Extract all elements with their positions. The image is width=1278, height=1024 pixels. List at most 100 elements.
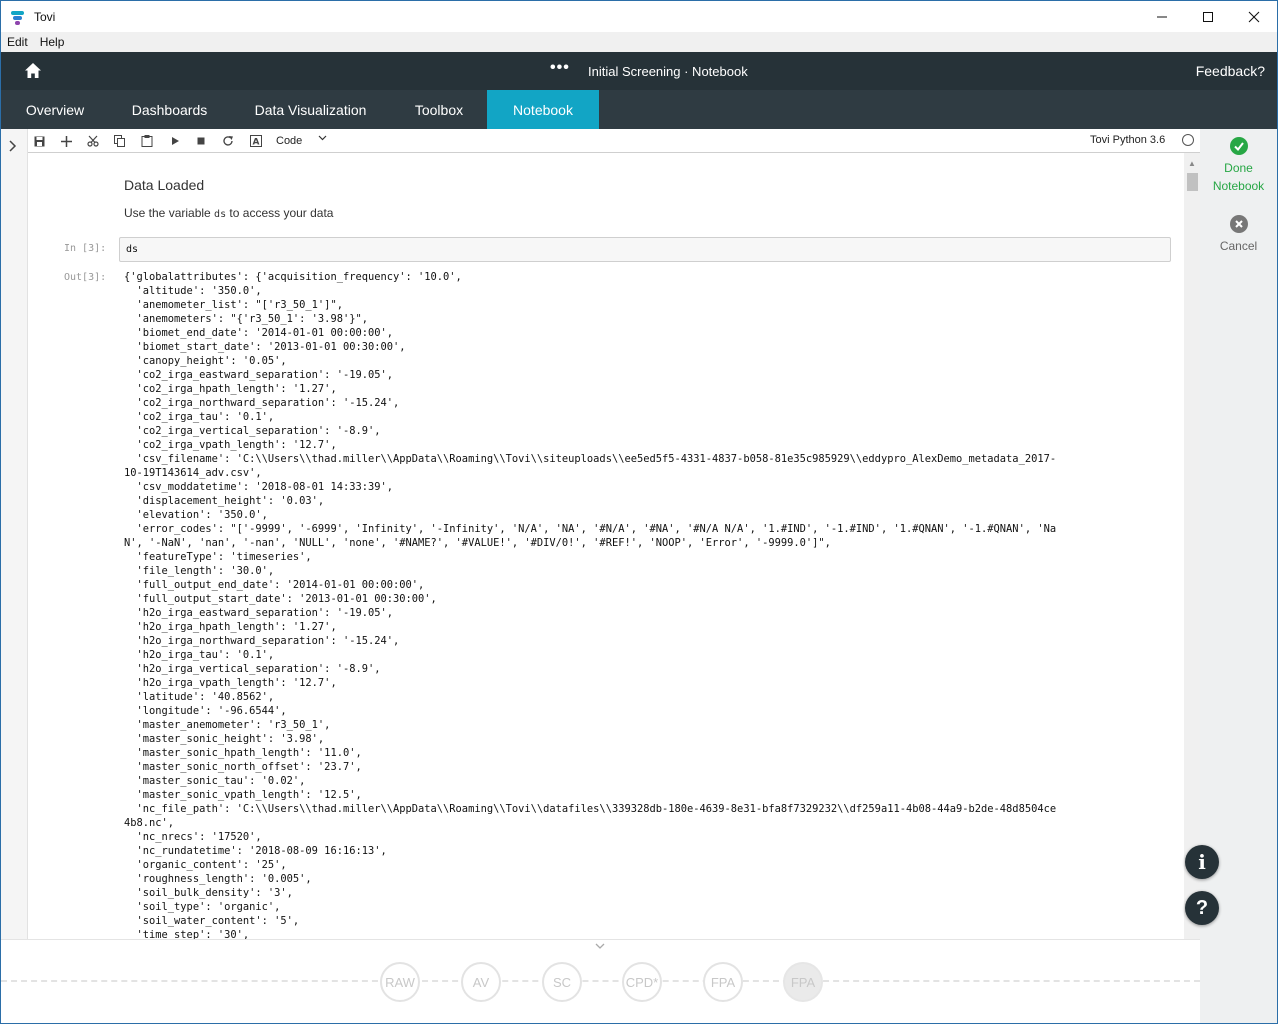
cell-type-select[interactable]: Code [276, 135, 302, 147]
done-label-line1: Done [1224, 161, 1253, 175]
output-line: 'co2_irga_hpath_length': '1.27', [124, 383, 337, 395]
scroll-thumb[interactable] [1187, 173, 1198, 191]
output-line: 'master_sonic_tau': '0.02', [124, 775, 306, 787]
window-title: Tovi [34, 9, 56, 24]
cancel-x-icon [1229, 215, 1248, 233]
paste-icon [141, 135, 153, 147]
notebook-toolbar: A Code Tovi Python 3.6 [28, 129, 1200, 153]
output-line: 'featureType': 'timeseries', [124, 551, 312, 563]
cancel-button[interactable]: Cancel [1200, 215, 1277, 253]
scroll-up-arrow-icon[interactable]: ▲ [1188, 159, 1196, 168]
output-line: 'displacement_height': '0.03', [124, 495, 325, 507]
minimize-button[interactable] [1139, 1, 1185, 32]
output-line: 'latitude': '40.8562', [124, 691, 275, 703]
workflow-step-fpa[interactable]: FPA [703, 962, 743, 1002]
workflow-step-fpa-current[interactable]: FPA [783, 962, 823, 1002]
output-line: 'master_sonic_hpath_length': '11.0', [124, 747, 362, 759]
output-line: 'master_anemometer': 'r3_50_1', [124, 719, 331, 731]
output-line: 'co2_irga_vertical_separation': '-8.9', [124, 425, 381, 437]
help-button[interactable]: ? [1185, 891, 1219, 925]
app-window: Tovi Edit Help ••• Initial Screening · N… [0, 0, 1278, 1024]
output-line: 'anemometer_list': "['r3_50_1']", [124, 299, 343, 311]
markdown-heading: Data Loaded [124, 177, 205, 193]
output-line: 10-19T143614_adv.csv', [124, 467, 262, 479]
document-title: Initial Screening · Notebook [588, 64, 748, 79]
copy-icon [114, 135, 125, 147]
output-line: 'co2_irga_vpath_length': '12.7', [124, 439, 337, 451]
menu-edit[interactable]: Edit [1, 35, 34, 49]
chevron-down-icon[interactable] [318, 133, 327, 145]
code-cell-text: ds [126, 244, 139, 255]
output-line: 'soil_type': 'organic', [124, 901, 281, 913]
save-button[interactable] [31, 133, 47, 149]
stop-kernel-button[interactable] [193, 133, 209, 149]
done-notebook-button[interactable]: Done Notebook [1200, 137, 1277, 195]
output-line: 'elevation': '350.0', [124, 509, 268, 521]
tab-notebook[interactable]: Notebook [487, 90, 599, 129]
home-button[interactable] [23, 61, 43, 81]
home-icon [25, 63, 41, 78]
kernel-status-icon [1182, 134, 1194, 146]
workflow-step-av[interactable]: AV [461, 962, 501, 1002]
cell-output: {'globalattributes': {'acquisition_frequ… [124, 270, 1174, 939]
workflow-step-sc[interactable]: SC [542, 962, 582, 1002]
output-line: {'globalattributes': {'acquisition_frequ… [124, 271, 462, 283]
restart-kernel-button[interactable] [220, 133, 236, 149]
copy-button[interactable] [112, 133, 128, 149]
tab-data-visualization[interactable]: Data Visualization [230, 90, 391, 129]
output-line: 'master_sonic_height': '3.98', [124, 733, 325, 745]
output-line: 'master_sonic_north_offset': '23.7', [124, 761, 362, 773]
window-controls [1139, 1, 1277, 32]
close-button[interactable] [1231, 1, 1277, 32]
chevron-down-icon[interactable] [595, 942, 605, 954]
menu-help[interactable]: Help [34, 35, 71, 49]
tab-toolbox[interactable]: Toolbox [391, 90, 487, 129]
info-button[interactable]: i [1185, 845, 1219, 879]
workflow-step-cpd[interactable]: CPD* [622, 962, 662, 1002]
output-line: N', '-NaN', 'nan', '-nan', 'NULL', 'none… [124, 537, 831, 549]
output-line: 'error_codes': "['-9999', '-6999', 'Infi… [124, 523, 1057, 535]
menu-bar: Edit Help [1, 32, 1277, 52]
output-line: 'longitude': '-96.6544', [124, 705, 287, 717]
output-line: 'master_sonic_vpath_length': '12.5', [124, 789, 362, 801]
output-line: 'full_output_end_date': '2014-01-01 00:0… [124, 579, 425, 591]
scissors-icon [87, 135, 99, 147]
sidebar-toggle[interactable] [1, 129, 28, 939]
right-action-panel: Done Notebook Cancel [1200, 129, 1277, 1023]
save-icon [34, 136, 44, 146]
output-line: 'h2o_irga_vpath_length': '12.7', [124, 677, 337, 689]
notebook-area[interactable]: Data Loaded Use the variable ds to acces… [28, 153, 1184, 939]
output-line: 'h2o_irga_hpath_length': '1.27', [124, 621, 337, 633]
check-circle-icon [1229, 137, 1248, 155]
cut-button[interactable] [85, 133, 101, 149]
tab-dashboards[interactable]: Dashboards [109, 90, 230, 129]
tab-overview[interactable]: Overview [1, 90, 109, 129]
output-line: 'h2o_irga_vertical_separation': '-8.9', [124, 663, 381, 675]
workflow-bar: RAW AV SC CPD* FPA FPA [1, 939, 1200, 1023]
workflow-step-raw[interactable]: RAW [380, 962, 420, 1002]
output-line: 'biomet_start_date': '2013-01-01 00:30:0… [124, 341, 406, 353]
tovi-logo-icon [10, 9, 26, 25]
add-cell-button[interactable] [58, 133, 74, 149]
feedback-button[interactable]: Feedback? [1196, 63, 1265, 79]
cancel-label: Cancel [1219, 239, 1258, 253]
maximize-icon [1203, 11, 1213, 22]
title-bar: Tovi [1, 1, 1277, 32]
help-icon: ? [1195, 896, 1209, 919]
output-line: 'file_length': '30.0', [124, 565, 275, 577]
maximize-button[interactable] [1185, 1, 1231, 32]
markdown-button[interactable]: A [248, 133, 264, 149]
stop-icon [197, 137, 205, 145]
code-cell-input[interactable]: ds [119, 237, 1171, 262]
more-options-button[interactable]: ••• [550, 59, 570, 77]
output-line: 'full_output_start_date': '2013-01-01 00… [124, 593, 437, 605]
markdown-paragraph: Use the variable ds to access your data [124, 206, 334, 220]
chevron-right-icon [9, 139, 17, 155]
output-line: 'anemometers': "{'r3_50_1': '3.98'}", [124, 313, 368, 325]
output-line: 'altitude': '350.0', [124, 285, 262, 297]
run-cell-button[interactable] [167, 133, 183, 149]
output-line: 'organic_content': '25', [124, 859, 287, 871]
paste-button[interactable] [139, 133, 155, 149]
close-icon [1248, 11, 1260, 22]
notebook-scrollbar[interactable]: ▲ [1184, 153, 1200, 939]
